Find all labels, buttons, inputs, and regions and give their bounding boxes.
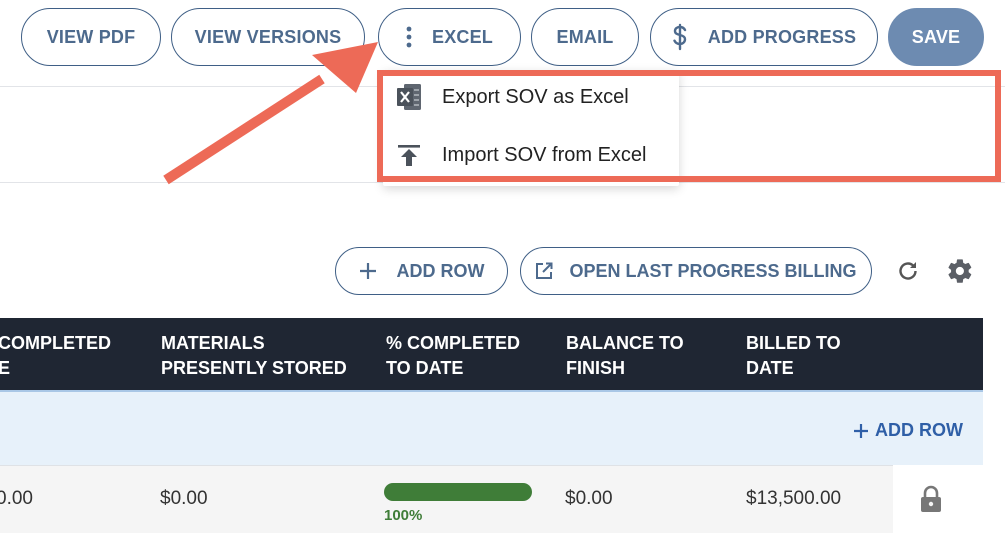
cell-balance: $0.00 (565, 488, 613, 509)
header-materials-stored: MATERIALS PRESENTLY STORED (161, 333, 347, 378)
menu-item-import-label: Import SOV from Excel (442, 143, 647, 166)
lock-icon (921, 485, 941, 512)
add-progress-label: ADD PROGRESS (707, 26, 857, 47)
view-versions-label: VIEW VERSIONS (194, 26, 342, 47)
menu-item-export-sov[interactable]: Export SOV as Excel (383, 68, 679, 126)
excel-label: EXCEL (431, 26, 493, 47)
dollar-icon (673, 23, 686, 51)
gear-icon[interactable] (946, 257, 974, 285)
table-header: COMPLETED E MATERIALS PRESENTLY STORED %… (0, 318, 983, 390)
menu-item-import-sov[interactable]: Import SOV from Excel (383, 126, 679, 184)
cell-completed: 0.00 (0, 488, 33, 509)
add-row-link[interactable]: ADD ROW (853, 420, 963, 441)
view-pdf-label: VIEW PDF (46, 26, 136, 47)
progress-bar (384, 483, 532, 501)
cell-billed: $13,500.00 (746, 488, 842, 509)
cell-materials: $0.00 (160, 488, 208, 509)
upload-icon (398, 145, 420, 166)
excel-button[interactable]: EXCEL (378, 8, 521, 66)
save-button[interactable]: SAVE (888, 8, 984, 66)
excel-dropdown-menu: Export SOV as Excel Import SOV from Exce… (383, 70, 679, 186)
header-percent-completed: % COMPLETED TO DATE (386, 333, 521, 378)
email-button[interactable]: EMAIL (531, 8, 639, 66)
refresh-icon[interactable] (896, 259, 920, 283)
group-row: ADD ROW (0, 390, 983, 465)
add-progress-button[interactable]: ADD PROGRESS (650, 8, 878, 66)
menu-item-export-label: Export SOV as Excel (442, 85, 629, 108)
save-label: SAVE (911, 26, 961, 47)
email-label: EMAIL (556, 26, 614, 47)
add-row-link-label: ADD ROW (875, 420, 963, 440)
excel-file-icon (397, 84, 421, 110)
add-row-button[interactable]: ADD ROW (335, 247, 508, 295)
open-in-new-icon (536, 262, 553, 279)
add-row-label: ADD ROW (396, 260, 485, 281)
open-last-label: OPEN LAST PROGRESS BILLING (569, 260, 857, 281)
table-row: 0.00 $0.00 100% $0.00 $13,500.00 (0, 465, 893, 533)
plus-icon (854, 423, 868, 438)
header-billed-to-date: BILLED TO DATE (746, 333, 841, 378)
header-balance-to-finish: BALANCE TO FINISH (566, 333, 684, 378)
open-last-progress-billing-button[interactable]: OPEN LAST PROGRESS BILLING (520, 247, 872, 295)
more-vert-icon (406, 26, 412, 48)
view-pdf-button[interactable]: VIEW PDF (21, 8, 161, 66)
progress-label: 100% (384, 507, 423, 524)
plus-icon (359, 263, 376, 279)
header-completed: COMPLETED E (0, 333, 112, 378)
view-versions-button[interactable]: VIEW VERSIONS (171, 8, 365, 66)
